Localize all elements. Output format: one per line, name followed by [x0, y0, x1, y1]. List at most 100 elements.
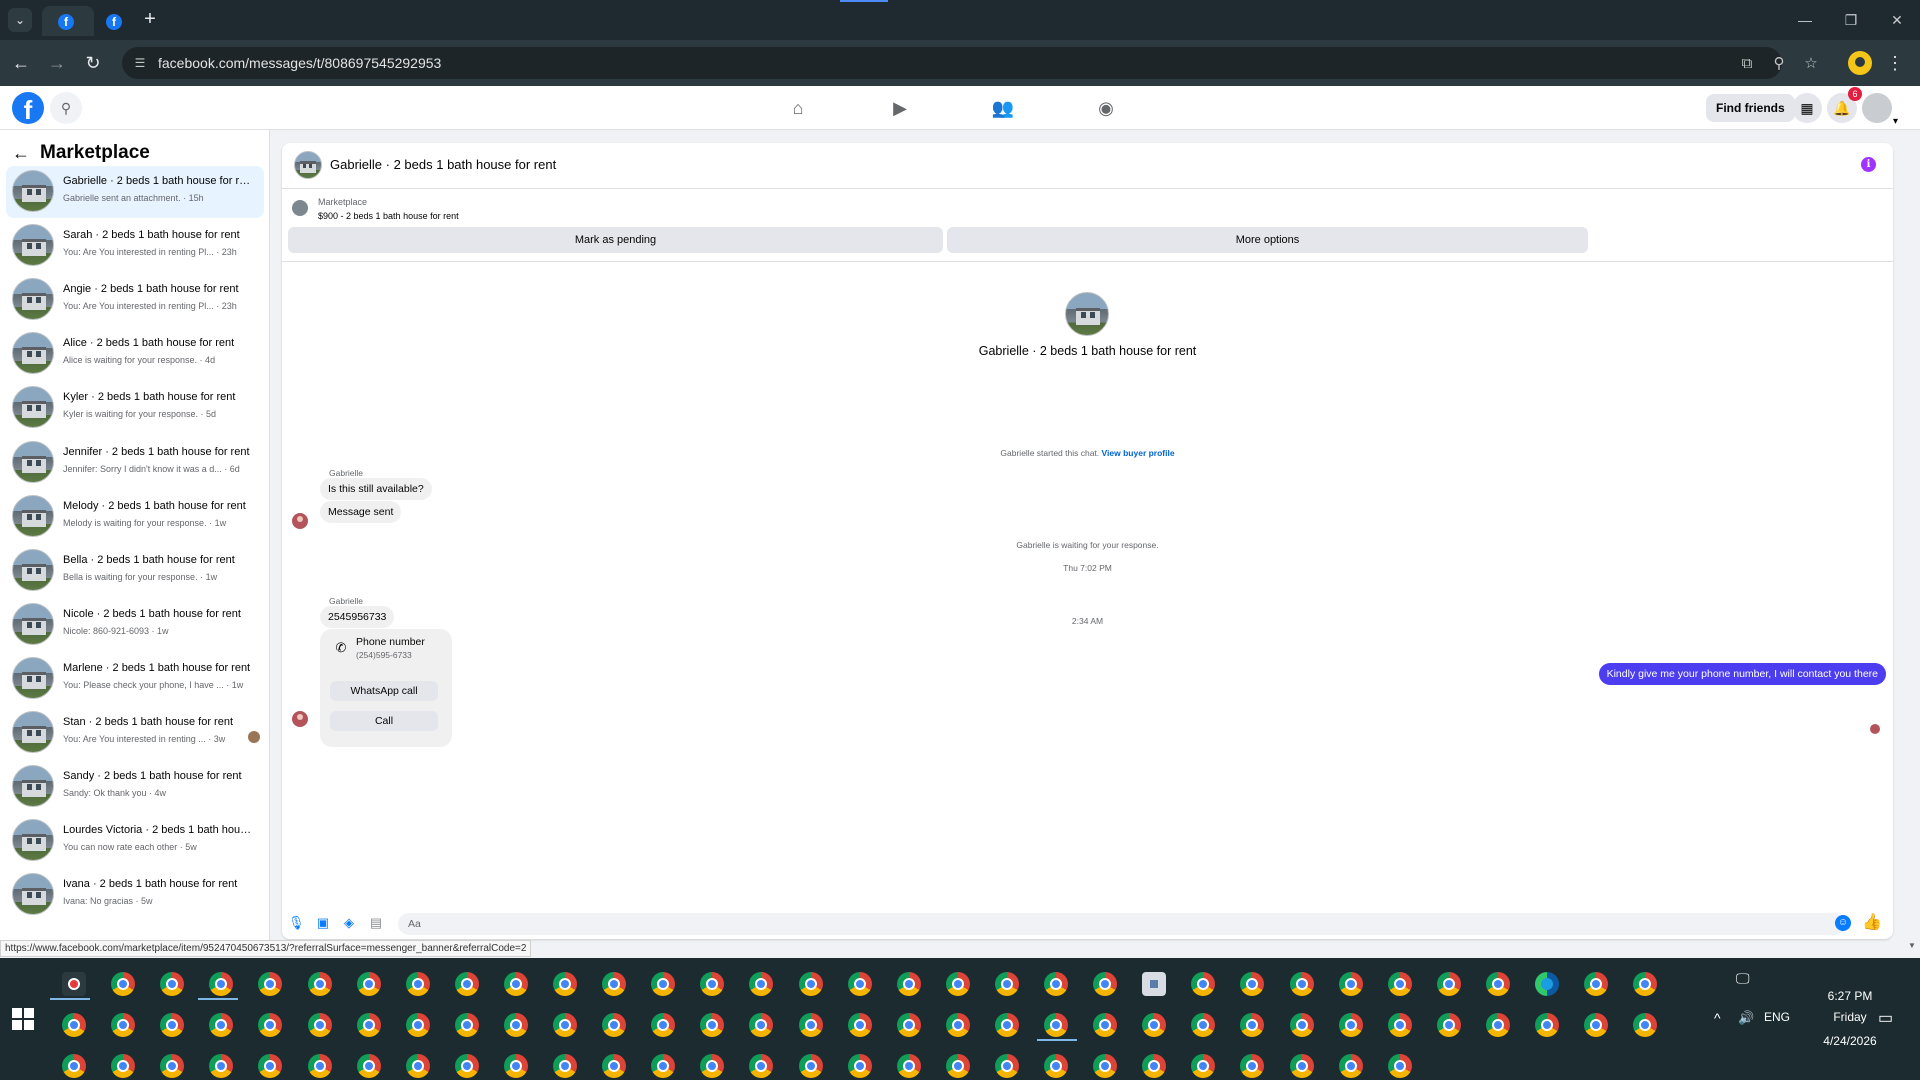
close-icon[interactable]: ✕ [1882, 8, 1912, 32]
chrome-window-icon[interactable] [503, 972, 528, 996]
chrome-window-icon[interactable] [1093, 1054, 1118, 1078]
message-input[interactable]: Aa [398, 913, 1846, 935]
chrome-window-icon[interactable] [307, 1054, 332, 1078]
video-icon[interactable]: ▶ [880, 92, 920, 124]
chrome-window-icon[interactable] [1142, 1054, 1167, 1078]
new-tab-button[interactable]: + [138, 8, 162, 32]
info-icon[interactable]: i [1861, 157, 1876, 172]
conversation-item[interactable]: Bella · 2 beds 1 bath house for rent Bell… [6, 545, 264, 597]
chrome-window-icon[interactable] [1093, 972, 1118, 996]
clock-date[interactable]: 4/24/2026 [1800, 1034, 1900, 1048]
chrome-window-icon[interactable] [1338, 972, 1363, 996]
edge-browser-icon[interactable] [1535, 972, 1559, 996]
chrome-window-icon[interactable] [651, 972, 676, 996]
view-buyer-profile-link[interactable]: View buyer profile [1102, 448, 1175, 458]
chrome-window-icon[interactable] [700, 1013, 725, 1037]
conversation-item[interactable]: Sandy · 2 beds 1 bath house for rent Sand… [6, 761, 264, 813]
outgoing-message[interactable]: Kindly give me your phone number, I will… [1598, 663, 1886, 685]
chrome-window-icon[interactable] [1436, 1013, 1461, 1037]
chrome-window-icon[interactable] [1338, 1054, 1363, 1078]
chrome-window-icon[interactable] [160, 1054, 185, 1078]
display-icon[interactable]: 🖵 [1736, 970, 1750, 987]
chrome-window-icon[interactable] [847, 972, 872, 996]
chrome-window-icon[interactable] [307, 1013, 332, 1037]
chrome-window-icon[interactable] [602, 972, 627, 996]
conversation-item[interactable]: Gabrielle · 2 beds 1 bath house for rent… [6, 166, 264, 218]
chrome-window-icon[interactable] [258, 1054, 283, 1078]
conversation-item[interactable]: Lourdes Victoria · 2 beds 1 bath house f… [6, 815, 264, 867]
chrome-window-icon[interactable] [847, 1013, 872, 1037]
chrome-window-icon[interactable] [62, 1013, 86, 1037]
menu-grid-icon[interactable]: ▦ [1792, 93, 1822, 123]
pinned-app-icon[interactable] [62, 972, 86, 996]
chrome-window-icon[interactable] [798, 1013, 823, 1037]
chrome-window-icon[interactable] [749, 1013, 774, 1037]
chrome-window-icon[interactable] [503, 1054, 528, 1078]
conversation-item[interactable]: Alice · 2 beds 1 bath house for rent Alic… [6, 328, 264, 380]
show-hidden-icons-icon[interactable]: ^ [1714, 1010, 1721, 1026]
back-arrow-icon[interactable]: ← [8, 50, 34, 76]
conversation-item[interactable]: Kyler · 2 beds 1 bath house for rent Kyle… [6, 382, 264, 434]
chrome-window-icon[interactable] [749, 972, 774, 996]
chrome-window-icon[interactable] [896, 1013, 921, 1037]
chrome-window-icon[interactable] [896, 1054, 921, 1078]
chrome-window-icon[interactable] [1240, 1013, 1265, 1037]
chrome-window-icon[interactable] [945, 1013, 970, 1037]
chrome-window-icon[interactable] [602, 1054, 627, 1078]
chrome-window-icon[interactable] [1387, 972, 1412, 996]
chrome-window-icon[interactable] [1633, 1013, 1658, 1037]
incoming-message[interactable]: Is this still available? [320, 478, 432, 500]
chrome-window-icon[interactable] [1485, 972, 1510, 996]
listing-banner-thumbnail[interactable] [292, 200, 308, 216]
volume-icon[interactable]: 🔊 [1738, 1010, 1754, 1026]
browser-profile-icon[interactable] [1848, 51, 1872, 75]
chrome-window-icon[interactable] [405, 972, 430, 996]
notification-center-icon[interactable]: ▭ [1878, 1008, 1893, 1028]
chrome-window-icon[interactable] [1584, 1013, 1609, 1037]
chrome-window-icon[interactable] [1191, 972, 1216, 996]
chrome-window-icon[interactable] [994, 972, 1019, 996]
conversation-item[interactable]: Ivana · 2 beds 1 bath house for rent Ivan… [6, 869, 264, 921]
chrome-window-icon[interactable] [356, 1013, 381, 1037]
chrome-window-icon[interactable] [503, 1013, 528, 1037]
app-window-icon[interactable] [1142, 972, 1167, 996]
forward-arrow-icon[interactable]: → [44, 50, 70, 76]
chrome-window-icon[interactable] [994, 1013, 1019, 1037]
find-friends-button[interactable]: Find friends [1706, 94, 1795, 122]
incoming-message[interactable]: 2545956733 [320, 606, 395, 628]
chrome-window-icon[interactable] [1093, 1013, 1118, 1037]
chrome-window-icon[interactable] [945, 972, 970, 996]
chrome-window-icon[interactable] [1485, 1013, 1510, 1037]
chrome-window-icon[interactable] [111, 1013, 136, 1037]
chrome-window-icon[interactable] [1191, 1013, 1216, 1037]
call-button[interactable]: Call [330, 711, 438, 731]
gif-icon[interactable]: ▤ [368, 915, 384, 931]
incoming-message[interactable]: Message sent [320, 501, 402, 523]
sender-avatar[interactable] [292, 513, 308, 529]
chrome-window-icon[interactable] [1044, 1013, 1068, 1037]
chrome-window-icon[interactable] [553, 972, 577, 996]
bookmark-star-icon[interactable]: ☆ [1800, 53, 1822, 75]
chrome-window-icon[interactable] [258, 1013, 283, 1037]
chrome-window-icon[interactable] [405, 1054, 430, 1078]
account-avatar[interactable] [1862, 93, 1898, 127]
listing-thumbnail[interactable] [294, 151, 322, 179]
site-info-icon[interactable]: ☰ [132, 55, 148, 71]
conversation-item[interactable]: Sarah · 2 beds 1 bath house for rent You:… [6, 220, 264, 272]
chrome-window-icon[interactable] [307, 972, 332, 996]
emoji-icon[interactable]: ☺ [1835, 915, 1851, 931]
chrome-window-icon[interactable] [1240, 1054, 1265, 1078]
chrome-window-icon[interactable] [454, 1013, 479, 1037]
banner-listing-title[interactable]: $900 - 2 beds 1 bath house for rent [318, 211, 459, 221]
chrome-window-icon[interactable] [1289, 1054, 1314, 1078]
chrome-window-icon[interactable] [160, 972, 185, 996]
chrome-window-icon[interactable] [749, 1054, 774, 1078]
conversation-item[interactable]: Jennifer · 2 beds 1 bath house for rent J… [6, 437, 264, 489]
chrome-window-icon[interactable] [209, 1013, 234, 1037]
microphone-icon[interactable]: 🎙 [288, 915, 305, 931]
chrome-window-icon[interactable] [1289, 972, 1314, 996]
chrome-window-icon[interactable] [651, 1013, 676, 1037]
chrome-window-icon[interactable] [160, 1013, 185, 1037]
chrome-window-icon[interactable] [651, 1054, 676, 1078]
clock-time[interactable]: 6:27 PM [1800, 989, 1900, 1003]
